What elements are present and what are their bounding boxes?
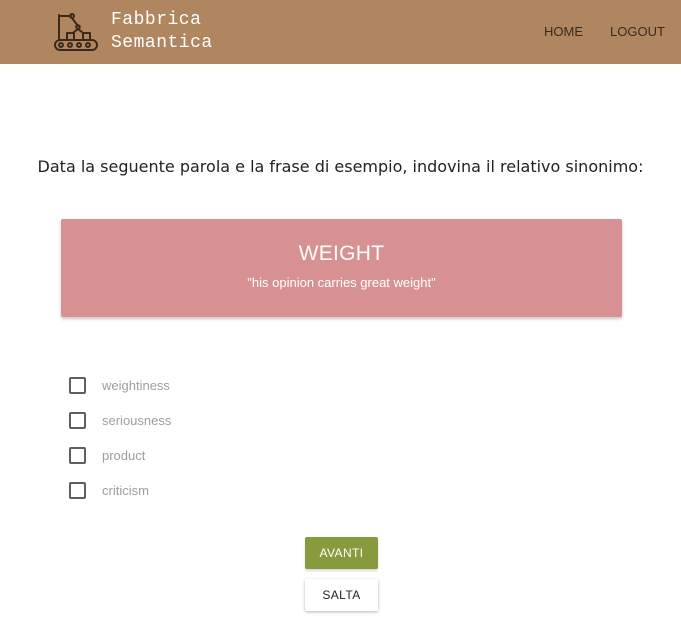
nav-home-link[interactable]: HOME <box>544 24 583 39</box>
synonym-options: weightiness seriousness product criticis… <box>69 376 171 516</box>
brand-line-1: Fabbrica <box>111 10 202 30</box>
skip-button[interactable]: SALTA <box>305 579 378 611</box>
option-item[interactable]: criticism <box>69 481 171 516</box>
nav-logout-link[interactable]: LOGOUT <box>610 24 665 39</box>
factory-robot-arm-icon[interactable] <box>53 12 99 52</box>
option-item[interactable]: weightiness <box>69 376 171 411</box>
word-card: WEIGHT "his opinion carries great weight… <box>61 219 622 317</box>
option-item[interactable]: seriousness <box>69 411 171 446</box>
option-label[interactable]: product <box>102 446 145 466</box>
option-label[interactable]: criticism <box>102 481 149 501</box>
option-checkbox[interactable] <box>69 412 86 429</box>
option-checkbox[interactable] <box>69 482 86 499</box>
option-item[interactable]: product <box>69 446 171 481</box>
navbar: Fabbrica Semantica HOME LOGOUT <box>0 0 681 64</box>
next-button[interactable]: AVANTI <box>305 537 378 569</box>
option-checkbox[interactable] <box>69 447 86 464</box>
example-sentence: "his opinion carries great weight" <box>247 275 436 290</box>
target-word: WEIGHT <box>298 242 385 265</box>
question-text: Data la seguente parola e la frase di es… <box>37 157 644 176</box>
option-label[interactable]: weightiness <box>102 376 170 396</box>
brand-line-2: Semantica <box>111 33 213 53</box>
brand-title[interactable]: Fabbrica Semantica <box>111 9 213 55</box>
option-checkbox[interactable] <box>69 377 86 394</box>
option-label[interactable]: seriousness <box>102 411 171 431</box>
